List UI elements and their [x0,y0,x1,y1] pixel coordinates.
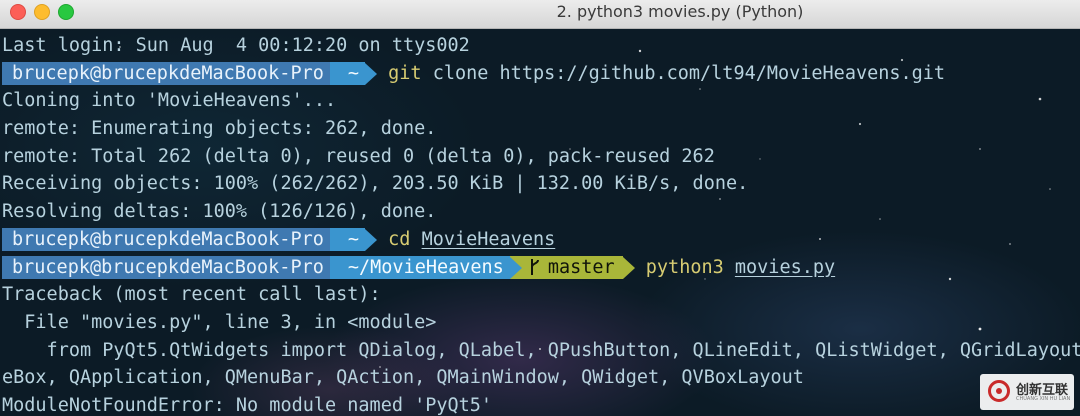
traceback-line: File "movies.py", line 3, in <module> [2,311,437,333]
prompt-dir: ~ [329,62,366,86]
command: python3 [645,256,724,278]
terminal-output: Last login: Sun Aug 4 00:12:20 on ttys00… [2,32,1080,416]
output-line: Resolving deltas: 100% (126/126), done. [2,201,437,223]
prompt-user: brucepk@brucepkdeMacBook-Pro [2,256,330,279]
prompt-dir: ~/MovieHeavens [329,256,510,279]
window-title: 2. python3 movies.py (Python) [556,2,804,21]
command: git [388,62,422,84]
traceback-line: eBox, QApplication, QMenuBar, QAction, Q… [2,367,804,389]
prompt-git-branch: master [509,256,623,279]
prompt-user: brucepk@brucepkdeMacBook-Pro [2,62,330,86]
command-args: MovieHeavens [421,228,556,250]
output-line: Receiving objects: 100% (262/262), 203.5… [2,173,749,195]
watermark-logo: 创新互联 CHUANG XIN HU LIAN [980,374,1074,410]
prompt-end-icon [365,62,378,85]
command-args: movies.py [734,256,836,278]
output-line: remote: Enumerating objects: 262, done. [2,118,437,140]
prompt-separator-icon [509,257,522,279]
prompt-dir: ~ [329,228,366,252]
prompt-line-1: brucepk@brucepkdeMacBook-Pro ~ git clone … [2,60,1080,88]
output-line: remote: Total 262 (delta 0), reused 0 (d… [2,145,715,167]
watermark-subtext: CHUANG XIN HU LIAN [1016,396,1071,402]
command: cd [388,228,411,250]
branch-name: master [547,257,615,278]
logo-icon [988,380,1010,402]
git-branch-icon [530,259,539,275]
prompt-user: brucepk@brucepkdeMacBook-Pro [2,228,330,252]
last-login-line: Last login: Sun Aug 4 00:12:20 on ttys00… [2,35,470,56]
prompt-end-icon [622,256,635,279]
traceback-line: Traceback (most recent call last): [2,284,381,306]
output-line: Cloning into 'MovieHeavens'... [2,90,337,112]
prompt-end-icon [365,228,378,251]
terminal-window: 2. python3 movies.py (Python) Last login… [0,0,1080,416]
terminal-content[interactable]: Last login: Sun Aug 4 00:12:20 on ttys00… [0,29,1080,416]
prompt-line-2: brucepk@brucepkdeMacBook-Pro ~ cd MovieHe… [2,226,1080,254]
prompt-line-3: brucepk@brucepkdeMacBook-Pro ~/MovieHeave… [2,254,1080,282]
command-args: clone https://github.com/lt94/MovieHeave… [432,62,946,84]
traceback-line: from PyQt5.QtWidgets import QDialog, QLa… [2,339,1080,361]
error-line: ModuleNotFoundError: No module named 'Py… [2,394,493,416]
title-bar: 2. python3 movies.py (Python) [0,0,1080,29]
